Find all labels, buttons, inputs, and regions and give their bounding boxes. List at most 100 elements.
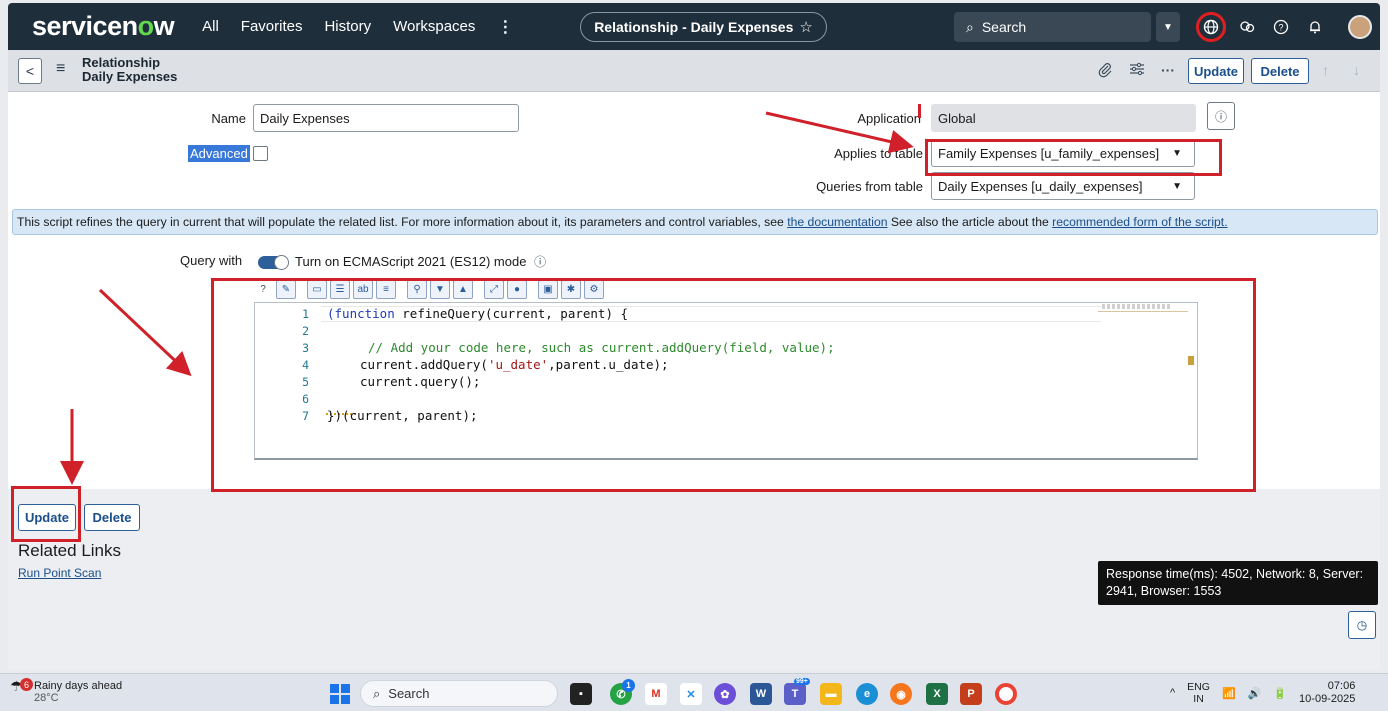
- query-with-label: Query with: [180, 253, 243, 268]
- annotation-mark: [918, 104, 921, 118]
- application-info-icon[interactable]: ⓘ: [1207, 102, 1235, 130]
- weather-text: Rainy days ahead: [34, 680, 123, 692]
- recommended-form-link[interactable]: recommended form of the script.: [1052, 215, 1227, 229]
- arrow-up-icon[interactable]: ↑: [1322, 62, 1329, 78]
- queries-from-table-select[interactable]: Daily Expenses [u_daily_expenses] ▼: [931, 172, 1195, 200]
- word-icon[interactable]: W: [750, 683, 772, 705]
- advanced-label: Advanced: [188, 145, 250, 162]
- header-update-button[interactable]: Update: [1188, 58, 1244, 84]
- weather-widget[interactable]: ☂ 6 Rainy days ahead 28°C: [10, 678, 123, 704]
- run-point-scan-link[interactable]: Run Point Scan: [18, 566, 101, 580]
- vscode-icon[interactable]: ✕: [680, 683, 702, 705]
- response-timer-icon[interactable]: ◷: [1348, 611, 1376, 639]
- search-placeholder: Search: [981, 19, 1027, 35]
- teams-badge: 99+: [794, 678, 810, 685]
- system-tray: ^ ENG IN 📶 🔊 🔋 07:06 10-09-2025: [1170, 680, 1355, 706]
- nav-history[interactable]: History: [324, 18, 371, 35]
- more-options-icon[interactable]: ···: [1161, 62, 1175, 78]
- footer-delete-button[interactable]: Delete: [84, 504, 140, 531]
- windows-taskbar: ☂ 6 Rainy days ahead 28°C ⌕ Search ▪ ✆ 1 M…: [0, 673, 1388, 711]
- taskbar-search[interactable]: ⌕ Search: [360, 680, 558, 707]
- es12-mode-text: Turn on ECMAScript 2021 (ES12) mode: [295, 254, 527, 269]
- annotation-box-editor: [211, 278, 1256, 492]
- name-field[interactable]: Daily Expenses: [253, 104, 519, 132]
- taskbar-search-label: Search: [388, 686, 430, 701]
- task-view-icon[interactable]: ▪: [570, 683, 592, 705]
- related-links-heading: Related Links: [18, 541, 122, 560]
- weather-rain-icon: ☂ 6: [10, 678, 33, 698]
- applies-to-table-label: Applies to table: [834, 146, 923, 161]
- search-icon: ⌕: [373, 685, 381, 701]
- application-field: Global: [931, 104, 1196, 132]
- global-search-input[interactable]: ⌕ Search: [954, 12, 1151, 42]
- language-indicator[interactable]: ENG IN: [1187, 681, 1210, 705]
- form-footer: Update Delete Related Links Run Point Sc…: [8, 489, 1380, 670]
- documentation-link[interactable]: the documentation: [787, 215, 887, 229]
- copilot-icon[interactable]: ✿: [714, 683, 736, 705]
- form-context-menu-icon[interactable]: ≡: [56, 60, 65, 78]
- lang-primary: ENG: [1187, 681, 1210, 693]
- es12-mode-toggle[interactable]: [258, 255, 289, 270]
- chat-icon[interactable]: [1236, 16, 1258, 38]
- nav-more-menu[interactable]: ⋮: [497, 17, 513, 37]
- chevron-up-icon[interactable]: ^: [1170, 687, 1175, 699]
- record-header: < ≡ Relationship Daily Expenses ··· Upda…: [8, 50, 1380, 92]
- file-explorer-icon[interactable]: ▬: [820, 683, 842, 705]
- response-time-tooltip: Response time(ms): 4502, Network: 8, Ser…: [1098, 561, 1378, 605]
- battery-icon[interactable]: 🔋: [1273, 687, 1287, 700]
- personalize-settings-icon[interactable]: [1129, 62, 1145, 79]
- attachment-icon[interactable]: [1098, 62, 1112, 81]
- chrome-icon[interactable]: [995, 683, 1017, 705]
- info-text-2: See also the article about the: [887, 215, 1053, 229]
- notifications-bell-icon[interactable]: [1304, 16, 1326, 38]
- servicenow-logo[interactable]: servicenow: [32, 11, 175, 42]
- header-delete-button[interactable]: Delete: [1251, 58, 1309, 84]
- wifi-icon[interactable]: 📶: [1222, 687, 1236, 700]
- name-label: Name: [211, 111, 246, 126]
- chevron-left-icon: <: [25, 63, 35, 79]
- nav-all[interactable]: All: [202, 18, 219, 35]
- queries-from-table-label: Queries from table: [816, 179, 923, 194]
- volume-icon[interactable]: 🔊: [1248, 687, 1262, 700]
- context-title-pill[interactable]: Relationship - Daily Expenses ☆: [580, 12, 827, 42]
- gmail-icon[interactable]: M: [645, 683, 667, 705]
- powerpoint-icon[interactable]: P: [960, 683, 982, 705]
- windows-start-icon[interactable]: [330, 684, 350, 704]
- svg-text:?: ?: [1278, 23, 1283, 33]
- whatsapp-icon[interactable]: ✆ 1: [610, 679, 635, 705]
- firefox-icon[interactable]: ◉: [890, 683, 912, 705]
- caret-down-icon: ▼: [1172, 180, 1182, 192]
- help-icon[interactable]: ⓘ: [534, 255, 546, 269]
- top-navigation-bar: servicenow All Favorites History Workspa…: [8, 3, 1380, 50]
- advanced-checkbox[interactable]: [253, 146, 268, 161]
- nav-workspaces[interactable]: Workspaces: [393, 18, 475, 35]
- info-banner: This script refines the query in current…: [12, 209, 1378, 235]
- user-avatar[interactable]: [1348, 15, 1372, 39]
- whatsapp-badge: 1: [622, 679, 635, 692]
- arrow-down-icon[interactable]: ↓: [1353, 62, 1360, 78]
- annotation-box-applies-to: [925, 139, 1222, 176]
- weather-badge: 6: [20, 678, 33, 691]
- info-text-1: This script refines the query in current…: [17, 215, 788, 229]
- back-button[interactable]: <: [18, 58, 42, 84]
- record-type: Relationship: [82, 55, 161, 70]
- help-icon[interactable]: ?: [1270, 16, 1292, 38]
- context-title: Relationship - Daily Expenses: [594, 19, 794, 35]
- es12-mode-label: Turn on ECMAScript 2021 (ES12) mode ⓘ: [295, 253, 546, 270]
- edge-icon[interactable]: e: [856, 683, 878, 705]
- search-icon: ⌕: [966, 18, 974, 35]
- clock[interactable]: 07:06 10-09-2025: [1299, 680, 1355, 706]
- record-name: Daily Expenses: [82, 69, 178, 84]
- search-scope-dropdown[interactable]: ▼: [1156, 12, 1180, 42]
- globe-icon[interactable]: [1200, 16, 1222, 38]
- teams-icon[interactable]: T 99+: [784, 678, 810, 705]
- weather-temp: 28°C: [34, 692, 59, 704]
- nav-favorites[interactable]: Favorites: [241, 18, 303, 35]
- clock-date: 10-09-2025: [1299, 693, 1356, 705]
- application-label: Application: [857, 111, 921, 126]
- annotation-box-update: [11, 486, 81, 542]
- clock-time: 07:06: [1327, 680, 1356, 692]
- lang-region: IN: [1193, 693, 1204, 705]
- favorite-star-icon[interactable]: ☆: [799, 18, 812, 36]
- excel-icon[interactable]: X: [926, 683, 948, 705]
